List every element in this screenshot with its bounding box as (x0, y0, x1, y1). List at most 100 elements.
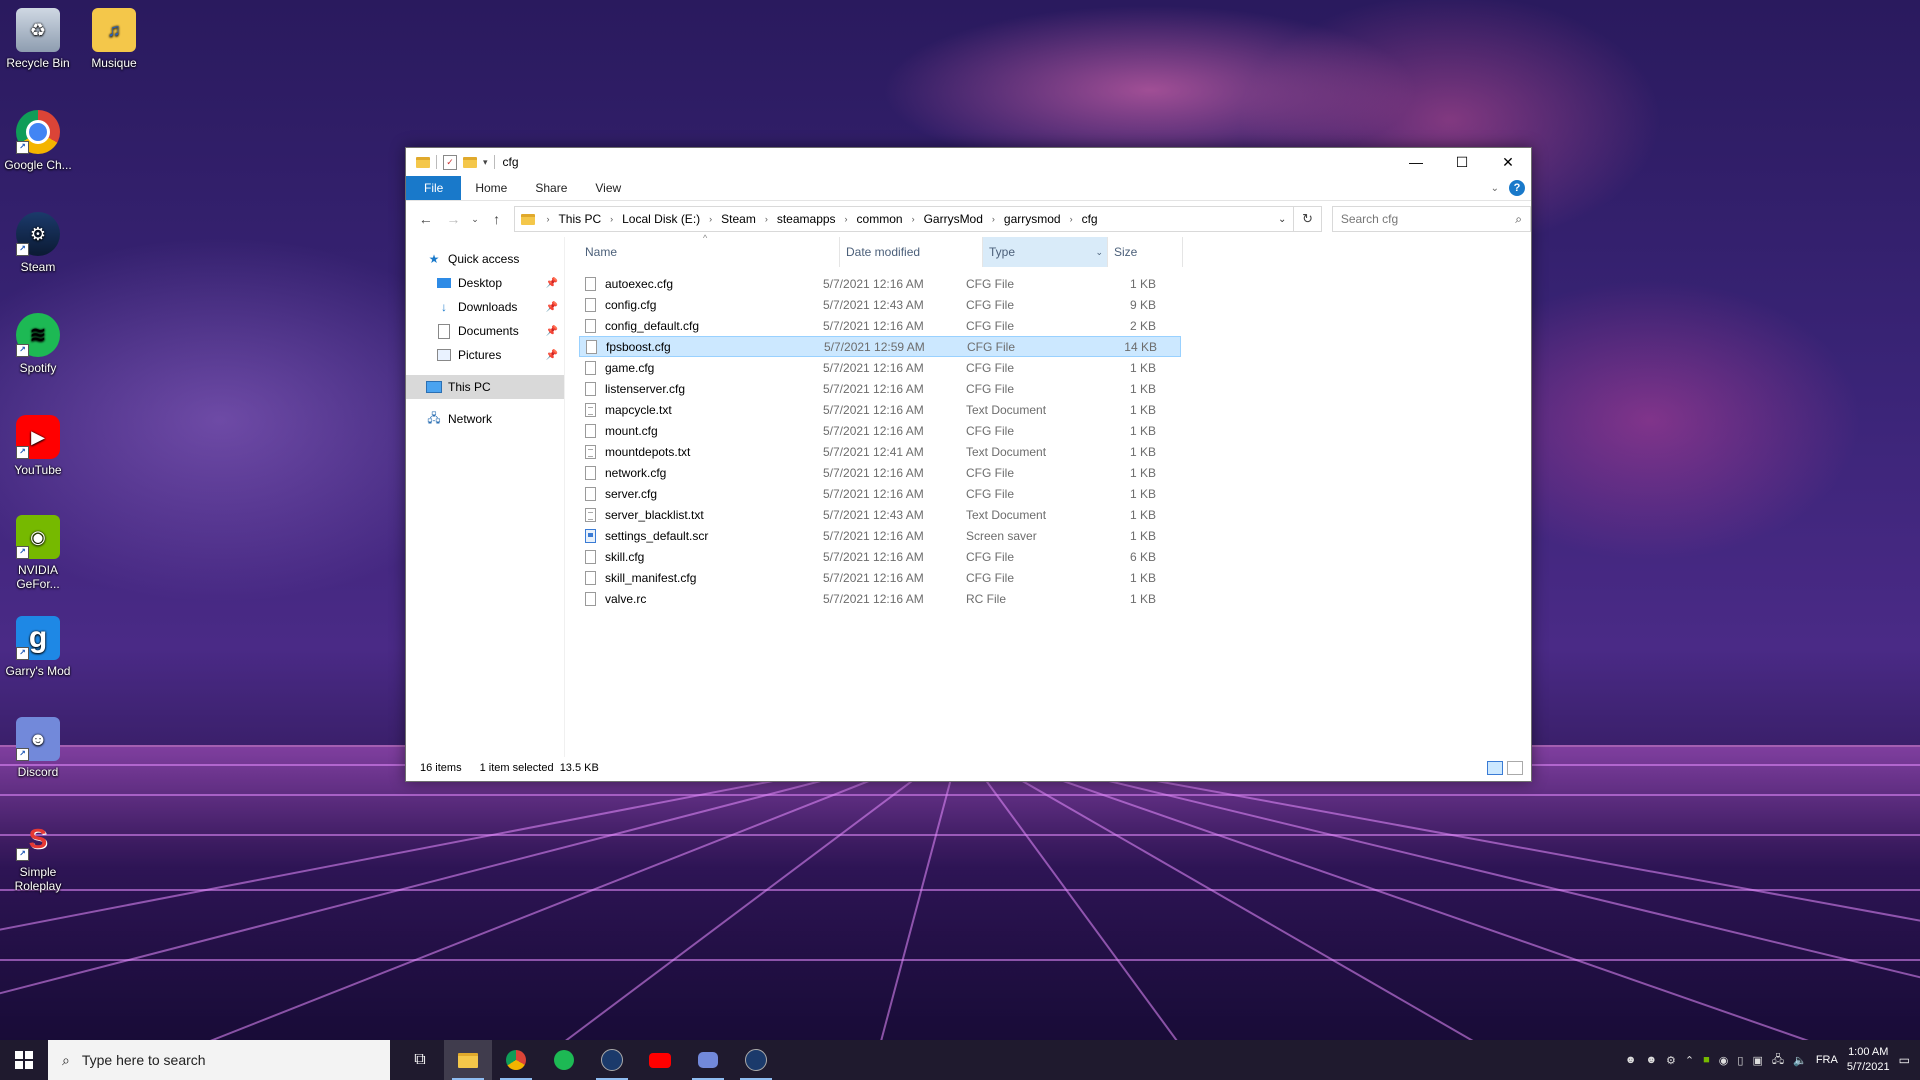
large-icons-view-button[interactable] (1507, 761, 1523, 775)
nvidia-tray-icon[interactable]: ■ (1703, 1054, 1710, 1066)
nav-downloads[interactable]: ↓ Downloads 📌 (406, 295, 564, 319)
file-row[interactable]: config_default.cfg 5/7/2021 12:16 AM CFG F… (579, 315, 1181, 336)
close-button[interactable]: ✕ (1485, 148, 1531, 176)
breadcrumb-this-pc[interactable]: This PC (554, 212, 605, 226)
task-view-icon[interactable]: ⧉ (396, 1040, 444, 1080)
desktop-icon-steam[interactable]: ⚙ ↗ Steam (0, 212, 76, 274)
column-size[interactable]: Size (1108, 237, 1183, 267)
column-name[interactable]: Name (579, 237, 840, 267)
file-row[interactable]: game.cfg 5/7/2021 12:16 AM CFG File 1 KB (579, 357, 1181, 378)
nav-this-pc[interactable]: This PC (406, 375, 564, 399)
expand-ribbon-chevron-icon[interactable]: ⌄ (1491, 183, 1499, 194)
steam-tray-icon[interactable]: ⚙ (1666, 1054, 1676, 1067)
desktop-icon-simple-roleplay[interactable]: S ↗ Simple Roleplay (0, 817, 76, 894)
clock[interactable]: 1:00 AM 5/7/2021 (1847, 1045, 1890, 1075)
pin-icon[interactable]: 📌 (546, 350, 558, 361)
refresh-button[interactable]: ↻ (1294, 206, 1322, 232)
nav-network[interactable]: 🖧 Network (406, 407, 564, 431)
back-button[interactable]: ← (412, 211, 440, 227)
breadcrumb-cfg[interactable]: cfg (1078, 212, 1102, 226)
file-row[interactable]: settings_default.scr 5/7/2021 12:16 AM Scr… (579, 525, 1181, 546)
desktop-icon-garrys-mod[interactable]: g ↗ Garry's Mod (0, 616, 76, 678)
file-row[interactable]: mapcycle.txt 5/7/2021 12:16 AM Text Docume… (579, 399, 1181, 420)
pin-icon[interactable]: 📌 (546, 302, 558, 313)
tab-view[interactable]: View (581, 176, 635, 200)
file-row[interactable]: mountdepots.txt 5/7/2021 12:41 AM Text Doc… (579, 441, 1181, 462)
file-row[interactable]: mount.cfg 5/7/2021 12:16 AM CFG File 1 KB (579, 420, 1181, 441)
nav-desktop[interactable]: Desktop 📌 (406, 271, 564, 295)
breadcrumb-local-disk[interactable]: Local Disk (E:) (618, 212, 704, 226)
breadcrumb-steam[interactable]: Steam (717, 212, 760, 226)
file-row[interactable]: autoexec.cfg 5/7/2021 12:16 AM CFG File 1 K… (579, 273, 1181, 294)
file-row[interactable]: network.cfg 5/7/2021 12:16 AM CFG File 1 KB (579, 462, 1181, 483)
column-type[interactable]: Type ⌄ (983, 237, 1108, 267)
breadcrumb-common[interactable]: common (853, 212, 907, 226)
chevron-right-icon[interactable]: › (605, 214, 618, 224)
up-button[interactable]: ↑ (483, 211, 511, 227)
nav-documents[interactable]: Documents 📌 (406, 319, 564, 343)
desktop-icon-youtube[interactable]: ▶ ↗ YouTube (0, 415, 76, 477)
desktop-icon-spotify[interactable]: ≋ ↗ Spotify (0, 313, 76, 375)
address-bar[interactable]: › This PC › Local Disk (E:) › Steam › st… (514, 206, 1295, 232)
chevron-right-icon[interactable]: › (987, 214, 1000, 224)
desktop-icon-discord[interactable]: ☻ ↗ Discord (0, 717, 76, 779)
pin-icon[interactable]: 📌 (546, 326, 558, 337)
pin-icon[interactable]: 📌 (546, 278, 558, 289)
breadcrumb-steamapps[interactable]: steamapps (773, 212, 840, 226)
chevron-right-icon[interactable]: › (1065, 214, 1078, 224)
column-filter-chevron-icon[interactable]: ⌄ (1095, 247, 1103, 258)
discord-tray-icon[interactable]: ☻ (1625, 1054, 1637, 1066)
breadcrumb-garrysmod-root[interactable]: GarrysMod (920, 212, 987, 226)
desktop-icon-musique[interactable]: ♫ Musique (76, 8, 152, 70)
maximize-button[interactable]: ☐ (1439, 148, 1485, 176)
discord-icon[interactable] (684, 1040, 732, 1080)
chevron-right-icon[interactable]: › (840, 214, 853, 224)
file-explorer-icon[interactable] (444, 1040, 492, 1080)
notifications-icon[interactable]: ▭ (1899, 1053, 1910, 1067)
file-row[interactable]: config.cfg 5/7/2021 12:43 AM CFG File 9 KB (579, 294, 1181, 315)
chevron-right-icon[interactable]: › (704, 214, 717, 224)
steam-icon-secondary[interactable] (732, 1040, 780, 1080)
recent-locations-chevron-icon[interactable]: ⌄ (467, 214, 483, 225)
file-row[interactable]: fpsboost.cfg 5/7/2021 12:59 AM CFG File 14 … (579, 336, 1181, 357)
new-folder-icon[interactable] (463, 156, 477, 168)
file-row[interactable]: skill_manifest.cfg 5/7/2021 12:16 AM CFG F… (579, 567, 1181, 588)
address-history-chevron-icon[interactable]: ⌄ (1271, 214, 1293, 225)
chrome-tray-icon[interactable]: ◉ (1719, 1054, 1729, 1067)
chevron-right-icon[interactable]: › (760, 214, 773, 224)
meet-now-icon[interactable]: ▣ (1752, 1054, 1762, 1067)
file-row[interactable]: skill.cfg 5/7/2021 12:16 AM CFG File 6 KB (579, 546, 1181, 567)
chevron-right-icon[interactable]: › (907, 214, 920, 224)
tab-file[interactable]: File (406, 176, 462, 200)
desktop-icon-recycle-bin[interactable]: ♻ Recycle Bin (0, 8, 76, 70)
taskbar-search-box[interactable]: ⌕ Type here to search (48, 1040, 390, 1080)
help-icon[interactable]: ? (1509, 180, 1525, 196)
nav-pictures[interactable]: Pictures 📌 (406, 343, 564, 367)
details-view-button[interactable] (1487, 761, 1503, 775)
breadcrumb-garrysmod[interactable]: garrysmod (1000, 212, 1065, 226)
title-bar[interactable]: ✓ ▾ cfg — ☐ ✕ (406, 148, 1531, 176)
network-tray-icon[interactable]: 🖧 (1772, 1051, 1784, 1070)
spotify-icon[interactable] (540, 1040, 588, 1080)
forward-button[interactable]: → (440, 211, 468, 227)
search-input[interactable]: Search cfg ⌕ (1331, 206, 1531, 232)
language-indicator[interactable]: FRA (1816, 1054, 1838, 1066)
column-date-modified[interactable]: Date modified (840, 237, 983, 267)
volume-icon[interactable]: 🔈 (1793, 1054, 1807, 1067)
file-row[interactable]: server.cfg 5/7/2021 12:16 AM CFG File 1 KB (579, 483, 1181, 504)
steam-icon[interactable] (588, 1040, 636, 1080)
desktop-icon-nvidia[interactable]: ◉ ↗ NVIDIA GeFor... (0, 515, 76, 591)
chrome-icon[interactable] (492, 1040, 540, 1080)
nav-quick-access[interactable]: ★ Quick access (406, 247, 564, 271)
tab-share[interactable]: Share (521, 176, 581, 200)
tab-home[interactable]: Home (461, 176, 521, 200)
file-row[interactable]: valve.rc 5/7/2021 12:16 AM RC File 1 KB (579, 588, 1181, 609)
properties-icon[interactable]: ✓ (443, 154, 457, 170)
show-hidden-icons-chevron-icon[interactable]: ⌃ (1685, 1054, 1694, 1067)
discord-tray-icon-2[interactable]: ☻ (1645, 1054, 1657, 1066)
desktop-icon-chrome[interactable]: ↗ Google Ch... (0, 110, 76, 172)
file-row[interactable]: server_blacklist.txt 5/7/2021 12:43 AM Tex… (579, 504, 1181, 525)
file-row[interactable]: listenserver.cfg 5/7/2021 12:16 AM CFG Fil… (579, 378, 1181, 399)
usb-tray-icon[interactable]: ▯ (1737, 1054, 1743, 1067)
youtube-icon[interactable] (636, 1040, 684, 1080)
